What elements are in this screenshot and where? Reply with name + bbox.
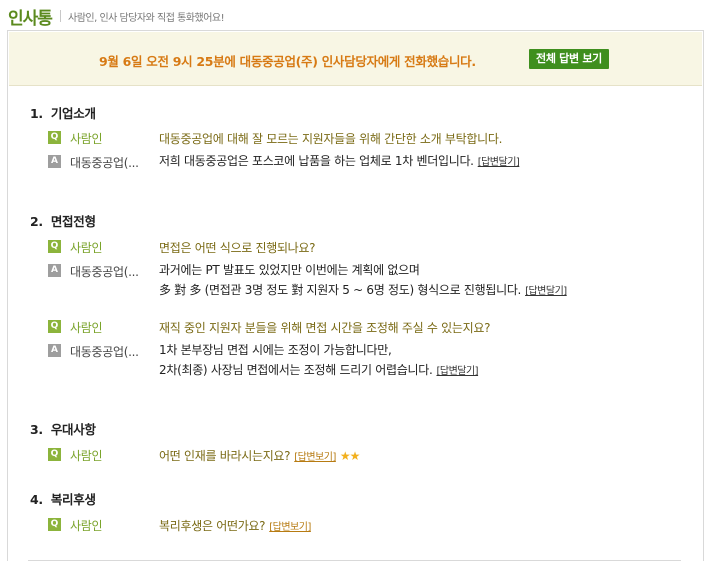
answer-text: 과거에는 PT 발표도 있었지만 이번에는 계획에 없으며 多 對 多 (면접관… [159, 260, 567, 302]
view-answer-link[interactable]: [답변보기] [269, 522, 311, 533]
section-title: 3. 우대사항 [30, 419, 96, 438]
question-author: 사람인 [70, 519, 103, 533]
answer-author: 대동중공업(... [70, 265, 139, 279]
answer-text: 저희 대동중공업은 포스코에 납품을 하는 업체로 1차 벤더입니다. [답변달기… [159, 151, 520, 173]
answer-author: 대동중공업(... [70, 345, 139, 359]
section-number: 1. [30, 106, 43, 121]
reply-link[interactable]: [답변달기] [478, 157, 520, 168]
call-notice-bar: 9월 6일 오전 9시 25분에 대동중공업(주) 인사담당자에게 전화했습니다… [9, 32, 702, 86]
call-notice-text: 9월 6일 오전 9시 25분에 대동중공업(주) 인사담당자에게 전화했습니다… [99, 54, 476, 69]
section-number: 2. [30, 214, 43, 229]
section-label: 복리후생 [50, 492, 96, 507]
answer-author: 대동중공업(... [70, 156, 139, 170]
question-badge: Q [48, 131, 61, 144]
answer-badge: A [48, 344, 61, 357]
question-text: 어떤 인재를 바라시는지요? [답변보기] ★★ [159, 447, 360, 464]
section-title: 4. 복리후생 [30, 489, 96, 508]
header-tagline: 사람인, 인사 담당자와 직접 통화했어요! [68, 13, 225, 24]
question-text: 대동중공업에 대해 잘 모르는 지원자들을 위해 간단한 소개 부탁합니다. [159, 132, 503, 146]
section-number: 3. [30, 422, 43, 437]
question-author: 사람인 [70, 241, 103, 255]
answer-badge: A [48, 155, 61, 168]
star-icon: ★★ [339, 449, 360, 463]
reply-link[interactable]: [답변달기] [436, 366, 478, 377]
question-text: 재직 중인 지원자 분들을 위해 면접 시간을 조정해 주실 수 있는지요? [159, 321, 491, 335]
section-label: 기업소개 [50, 106, 96, 121]
answer-text: 1차 본부장님 면접 시에는 조정이 가능합니다만, 2차(최종) 사장님 면접… [159, 340, 479, 382]
interview-panel: 9월 6일 오전 9시 25분에 대동중공업(주) 인사담당자에게 전화했습니다… [7, 30, 704, 561]
answer-badge: A [48, 264, 61, 277]
view-answer-link[interactable]: [답변보기] [294, 452, 336, 463]
question-text: 면접은 어떤 식으로 진행되나요? [159, 241, 316, 255]
view-all-answers-button[interactable]: 전체 답변 보기 [529, 49, 609, 69]
section-number: 4. [30, 492, 43, 507]
answer-line: 저희 대동중공업은 포스코에 납품을 하는 업체로 1차 벤더입니다. [159, 154, 474, 168]
question-badge: Q [48, 240, 61, 253]
answer-line: 2차(최종) 사장님 면접에서는 조정해 드리기 어렵습니다. [159, 363, 433, 377]
question-author: 사람인 [70, 132, 103, 146]
section-title: 2. 면접전형 [30, 211, 96, 230]
question-text: 복리후생은 어떤가요? [답변보기] [159, 517, 311, 534]
question-badge: Q [48, 320, 61, 333]
question-line: 복리후생은 어떤가요? [159, 519, 266, 533]
question-line: 어떤 인재를 바라시는지요? [159, 449, 291, 463]
answer-line: 1차 본부장님 면접 시에는 조정이 가능합니다만, [159, 343, 392, 357]
page-header: 인사통 사람인, 인사 담당자와 직접 통화했어요! [0, 0, 710, 30]
question-badge: Q [48, 518, 61, 531]
section-label: 면접전형 [50, 214, 96, 229]
reply-link[interactable]: [답변달기] [525, 286, 567, 297]
question-author: 사람인 [70, 321, 103, 335]
question-badge: Q [48, 448, 61, 461]
section-title: 1. 기업소개 [30, 103, 96, 122]
header-divider [60, 10, 61, 22]
section-label: 우대사항 [50, 422, 96, 437]
brand-logo[interactable]: 인사통 [8, 4, 53, 29]
answer-line: 多 對 多 (면접관 3명 정도 對 지원자 5 ~ 6명 정도) 형식으로 진… [159, 283, 522, 297]
question-author: 사람인 [70, 449, 103, 463]
answer-line: 과거에는 PT 발표도 있었지만 이번에는 계획에 없으며 [159, 263, 420, 277]
